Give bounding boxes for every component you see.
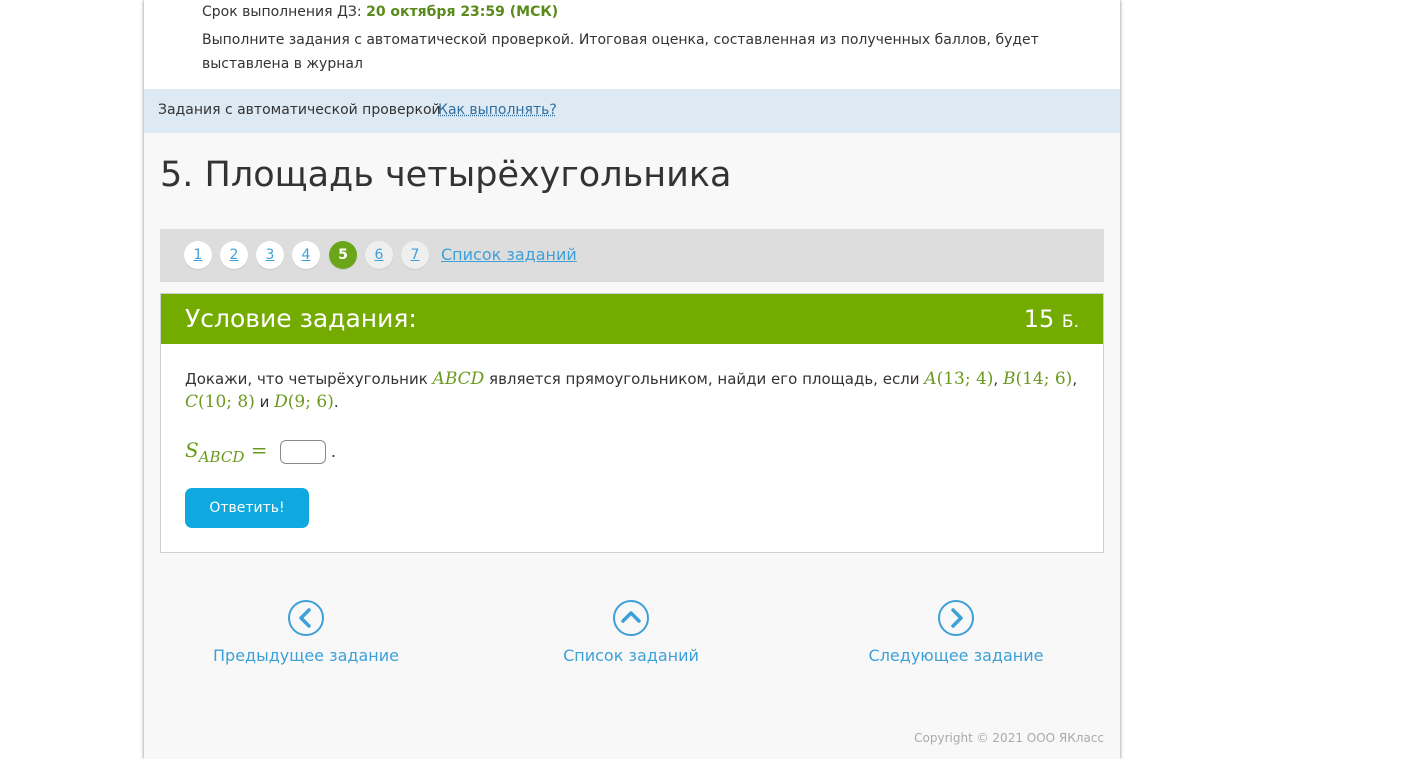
task-pager: 1 2 3 4 5 6 7 Список заданий (160, 229, 1104, 282)
math-coords-c: (10; 8) (198, 392, 255, 412)
how-to-link[interactable]: Как выполнять? (438, 102, 557, 118)
area-formula: SABCD = . (185, 438, 336, 466)
page-link-1[interactable]: 1 (184, 241, 212, 269)
math-point-d: D (274, 392, 288, 412)
page-link-4[interactable]: 4 (292, 241, 320, 269)
problem-text-part: является прямоугольником, найди его площ… (484, 370, 925, 388)
formula-period: . (325, 442, 336, 461)
auto-check-bar: Задания с автоматической проверкой Как в… (144, 89, 1120, 133)
chevron-right-icon (938, 600, 974, 636)
deadline-value: 20 октября 23:59 (МСК) (366, 4, 559, 20)
page-link-7[interactable]: 7 (401, 241, 429, 269)
condition-title: Условие задания: (185, 304, 417, 333)
page-container: Срок выполнения ДЗ: 20 октября 23:59 (МС… (144, 0, 1120, 759)
page-link-3[interactable]: 3 (256, 241, 284, 269)
page-link-2[interactable]: 2 (220, 241, 248, 269)
points-unit: Б. (1061, 312, 1079, 332)
task-list-nav-label: Список заданий (563, 646, 699, 665)
condition-header: Условие задания: 15 Б. (161, 294, 1103, 344)
math-point-a: A (924, 369, 937, 389)
chevron-left-icon (288, 600, 324, 636)
page-link-6[interactable]: 6 (365, 241, 393, 269)
problem-text-part: Докажи, что четырёхугольник (185, 370, 433, 388)
task-list-link[interactable]: Список заданий (441, 245, 577, 264)
problem-text-part: и (254, 393, 275, 411)
prev-task-label: Предыдущее задание (213, 646, 399, 665)
chevron-up-icon (613, 600, 649, 636)
math-coords-b: (14; 6) (1015, 369, 1073, 389)
next-task-link[interactable]: Следующее задание (846, 600, 1066, 665)
homework-info: Срок выполнения ДЗ: 20 октября 23:59 (МС… (144, 0, 1120, 89)
instruction-text: Выполните задания с автоматической прове… (202, 32, 1039, 72)
problem-text: Докажи, что четырёхугольник ABCD являетс… (185, 369, 1078, 412)
task-list-nav-link[interactable]: Список заданий (521, 600, 741, 665)
answer-input[interactable] (279, 439, 326, 464)
math-coords-d: (9; 6) (287, 392, 334, 412)
auto-check-label: Задания с автоматической проверкой (158, 102, 441, 118)
formula-subscript: ABCD (198, 448, 245, 466)
points-value: 15 (1023, 305, 1055, 333)
math-coords-a: (13; 4) (936, 369, 994, 389)
deadline-label: Срок выполнения ДЗ: (202, 4, 367, 20)
deadline-line: Срок выполнения ДЗ: 20 октября 23:59 (МС… (202, 4, 558, 20)
points-badge: 15 Б. (1024, 305, 1079, 333)
copyright-text: Copyright © 2021 ООО ЯКласс (914, 731, 1104, 745)
submit-answer-button[interactable]: Ответить! (185, 488, 309, 528)
page-title: 5. Площадь четырёхугольника (160, 155, 732, 195)
page-link-5-active: 5 (329, 241, 357, 269)
formula-equals: = (244, 438, 274, 462)
task-condition-card: Условие задания: 15 Б. Докажи, что четыр… (160, 293, 1104, 553)
math-point-c: C (185, 392, 199, 412)
math-quad: ABCD (432, 369, 485, 389)
prev-task-link[interactable]: Предыдущее задание (196, 600, 416, 665)
math-point-b: B (1002, 369, 1016, 389)
formula-s: S (185, 438, 199, 462)
next-task-label: Следующее задание (868, 646, 1044, 665)
